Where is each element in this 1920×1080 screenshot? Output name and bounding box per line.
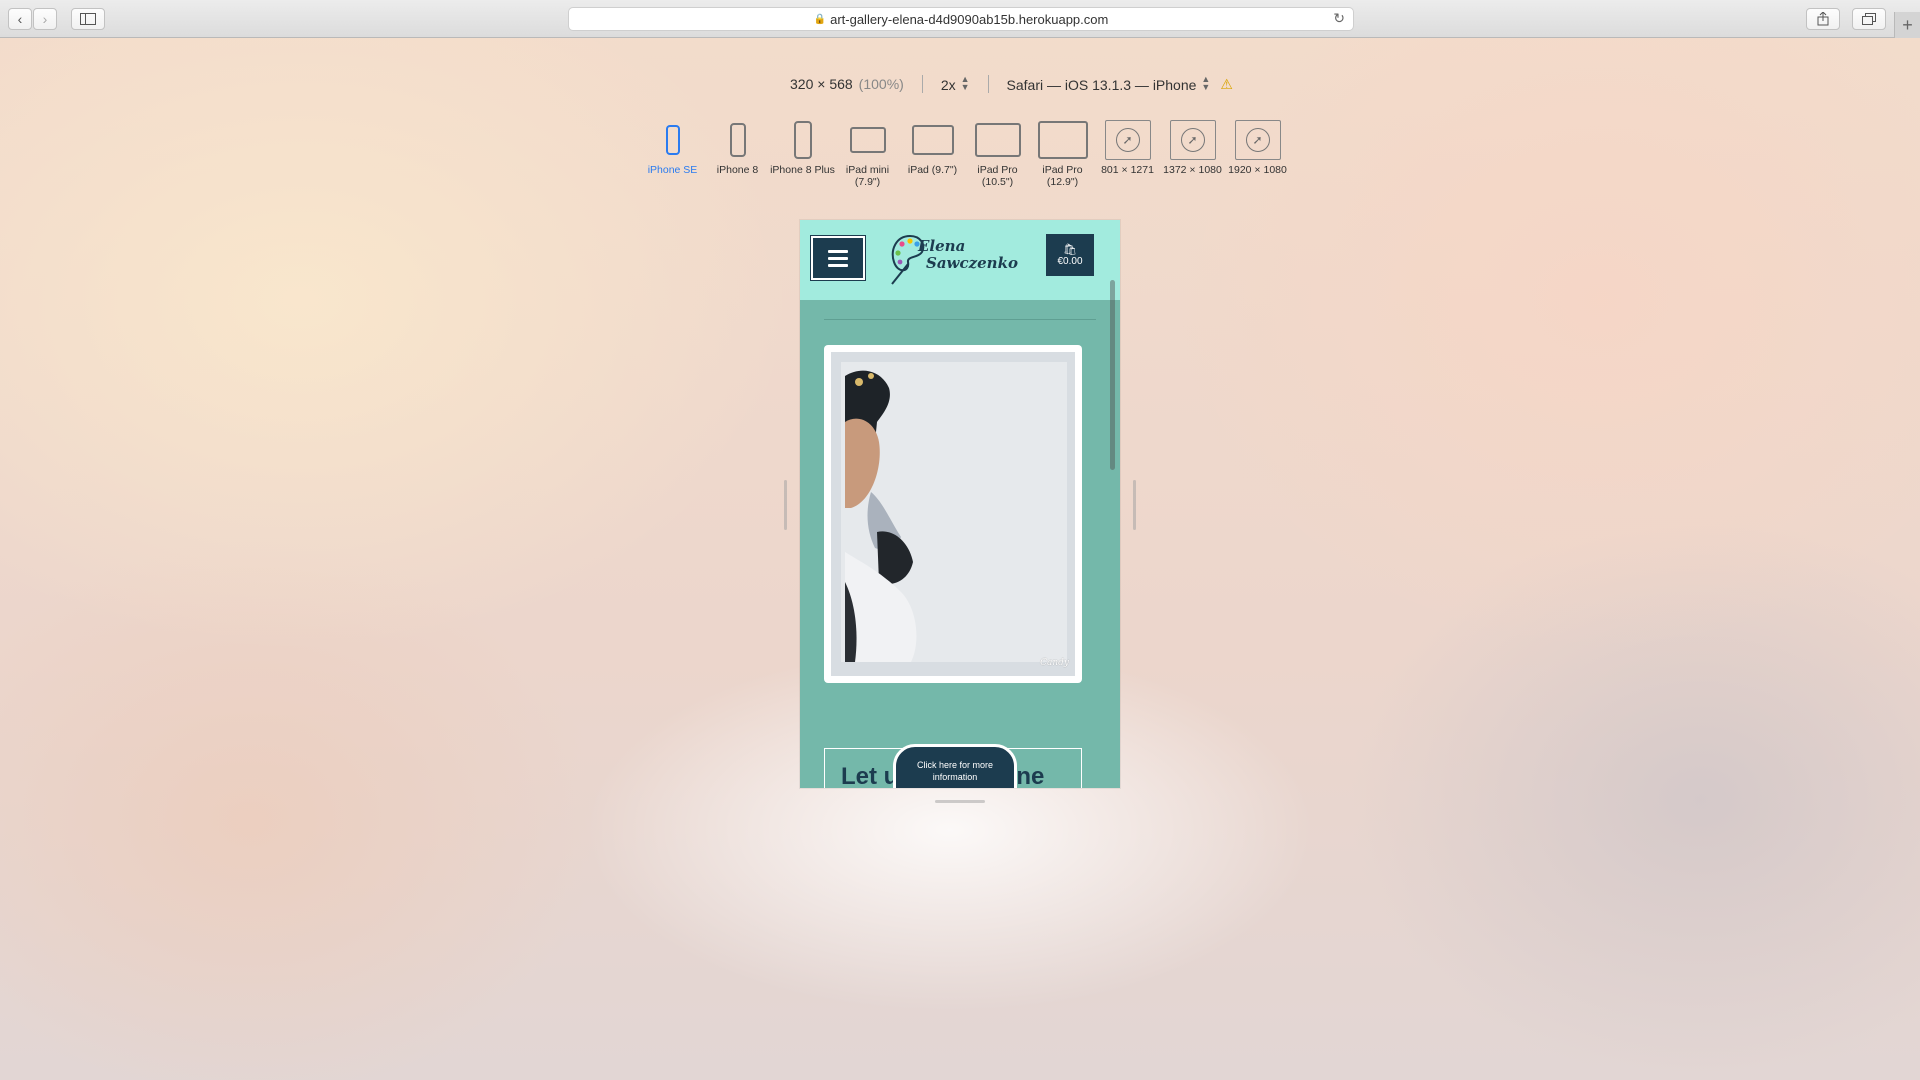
phone-icon: [729, 123, 746, 157]
lock-icon: 🔒: [813, 13, 827, 25]
chevron-left-icon: ‹: [17, 11, 23, 27]
device-label: iPhone 8: [716, 164, 759, 176]
section-divider: [824, 319, 1096, 320]
resize-handle-right[interactable]: [1133, 480, 1136, 530]
forward-button[interactable]: ›: [33, 8, 57, 30]
separator: [921, 75, 923, 93]
hamburger-menu-button[interactable]: [811, 236, 865, 280]
device-label: iPhone 8 Plus: [770, 164, 835, 176]
warning-icon[interactable]: ⚠: [1220, 76, 1233, 93]
artwork-card[interactable]: Candy: [824, 345, 1082, 683]
device-iphone-8-plus[interactable]: iPhone 8 Plus: [770, 118, 835, 190]
user-agent-select[interactable]: Safari — iOS 13.1.3 — iPhone ▲ ▼: [1006, 74, 1211, 94]
menu-icon-bar: [828, 256, 848, 260]
pixel-ratio-select[interactable]: 2x ▲ ▼: [940, 74, 970, 94]
share-button[interactable]: [1806, 8, 1840, 30]
device-iphone-8[interactable]: iPhone 8: [705, 118, 770, 190]
device-label: 801 × 1271: [1101, 164, 1154, 176]
viewport-zoom: (100%): [858, 76, 904, 92]
shopping-bag-icon: 🛍: [1063, 243, 1077, 256]
compass-icon: ➚: [1169, 120, 1216, 160]
menu-icon-bar: [828, 249, 848, 253]
tabs-icon: [1862, 13, 1876, 25]
sidebar-icon: [80, 13, 96, 25]
tablet-icon: [849, 127, 886, 153]
share-icon: [1817, 12, 1829, 26]
back-button[interactable]: ‹: [8, 8, 32, 30]
device-label: iPhone SE: [647, 164, 698, 176]
device-custom-1372[interactable]: ➚ 1372 × 1080: [1160, 118, 1225, 190]
scrollbar[interactable]: [1110, 280, 1115, 470]
new-tab-button[interactable]: +: [1894, 12, 1920, 38]
viewport-dimensions[interactable]: 320 × 568: [790, 76, 853, 92]
url-text: art-gallery-elena-d4d9090ab15b.herokuapp…: [830, 11, 1109, 27]
sidebar-button[interactable]: [71, 8, 105, 30]
tablet-icon: [911, 125, 954, 155]
logo-line-1: Elena: [918, 237, 966, 255]
device-label: iPad (9.7"): [907, 164, 958, 176]
tablet-icon: [974, 123, 1021, 157]
artwork-image: Candy: [831, 352, 1075, 676]
updown-chevron-icon: ▲ ▼: [1201, 74, 1211, 92]
chevron-right-icon: ›: [42, 11, 48, 27]
pixel-ratio-value: 2x: [940, 77, 956, 93]
resize-handle-bottom[interactable]: [935, 800, 985, 803]
device-ipad[interactable]: iPad (9.7"): [900, 118, 965, 190]
device-label: 1920 × 1080: [1228, 164, 1287, 176]
device-iphone-se[interactable]: iPhone SE: [640, 118, 705, 190]
menu-icon-bar: [828, 263, 848, 267]
reload-icon[interactable]: ↻: [1333, 10, 1345, 27]
resize-handle-left[interactable]: [784, 480, 787, 530]
device-label: iPad Pro (10.5"): [977, 164, 1018, 188]
artwork-signature: Candy: [1040, 658, 1069, 668]
painting-illustration: [831, 352, 1075, 676]
device-custom-1920[interactable]: ➚ 1920 × 1080: [1225, 118, 1290, 190]
separator: [987, 75, 989, 93]
device-label: iPad mini (7.9"): [845, 164, 890, 188]
device-viewport: Elena Sawczenko 🛍 €0.00 Candy Let u ne C…: [800, 220, 1120, 788]
device-ipad-mini[interactable]: iPad mini (7.9"): [835, 118, 900, 190]
updown-chevron-icon: ▲ ▼: [960, 74, 970, 92]
cart-total: €0.00: [1057, 255, 1083, 267]
device-label: 1372 × 1080: [1163, 164, 1222, 176]
phone-icon: [665, 125, 680, 155]
user-agent-value: Safari — iOS 13.1.3 — iPhone: [1006, 77, 1197, 93]
cart-button[interactable]: 🛍 €0.00: [1046, 234, 1094, 276]
device-presets: iPhone SE iPhone 8 iPhone 8 Plus iPad mi…: [640, 118, 1290, 190]
browser-toolbar: ‹ › 🔒 art-gallery-elena-d4d9090ab15b.her…: [0, 0, 1920, 38]
device-custom-801[interactable]: ➚ 801 × 1271: [1095, 118, 1160, 190]
logo-line-2: Sawczenko: [926, 254, 1018, 272]
responsive-design-bar: 320 × 568 (100%) 2x ▲ ▼ Safari — iOS 13.1.…: [790, 72, 1233, 96]
device-ipad-pro-12[interactable]: iPad Pro (12.9"): [1030, 118, 1095, 190]
site-header: Elena Sawczenko 🛍 €0.00: [800, 220, 1120, 300]
site-logo[interactable]: Elena Sawczenko: [888, 230, 1018, 290]
logo-text: Elena Sawczenko: [918, 238, 1018, 272]
plus-icon: +: [1902, 14, 1913, 35]
tablet-icon: [1037, 121, 1088, 159]
compass-icon: ➚: [1234, 120, 1281, 160]
compass-icon: ➚: [1104, 120, 1151, 160]
phone-icon: [793, 121, 812, 159]
device-label: iPad Pro (12.9"): [1042, 164, 1083, 188]
more-info-button[interactable]: Click here for more information: [893, 744, 1017, 788]
device-ipad-pro-10[interactable]: iPad Pro (10.5"): [965, 118, 1030, 190]
tabs-overview-button[interactable]: [1852, 8, 1886, 30]
address-bar[interactable]: 🔒 art-gallery-elena-d4d9090ab15b.herokua…: [568, 7, 1354, 31]
